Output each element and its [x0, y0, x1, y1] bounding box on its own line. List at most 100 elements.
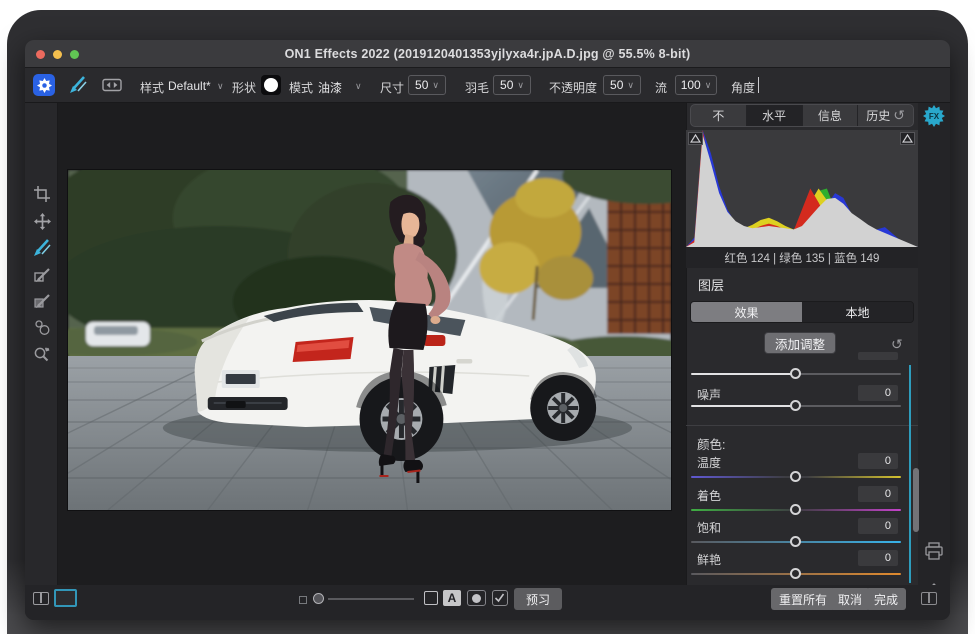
- single-view-button-active[interactable]: [54, 589, 77, 607]
- two-circles-icon: [34, 319, 50, 335]
- temperature-slider[interactable]: [691, 476, 901, 478]
- compare-view-button[interactable]: [101, 74, 123, 96]
- done-button[interactable]: 完成: [866, 588, 906, 610]
- chevron-down-icon: ∨: [627, 80, 634, 91]
- reset-section-icon[interactable]: ↺: [891, 336, 903, 353]
- slider-handle[interactable]: [790, 471, 801, 482]
- tab-info[interactable]: 信息: [803, 105, 859, 126]
- opacity-select[interactable]: 50∨: [603, 75, 641, 95]
- crop-tool[interactable]: [32, 184, 52, 204]
- chevron-down-icon: ∨: [432, 80, 439, 91]
- paintbrush-icon: [68, 75, 88, 95]
- mode-label: 模式: [289, 79, 313, 96]
- slider-handle[interactable]: [790, 400, 801, 411]
- temperature-value[interactable]: 0: [858, 453, 898, 469]
- slider-handle[interactable]: [790, 536, 801, 547]
- saturation-value[interactable]: 0: [858, 518, 898, 534]
- brush-tool-button[interactable]: [67, 74, 89, 96]
- noise-slider[interactable]: [691, 405, 901, 407]
- slider-handle[interactable]: [790, 368, 801, 379]
- tint-slider[interactable]: [691, 509, 901, 511]
- move-tool[interactable]: [32, 211, 52, 231]
- layer-tabs: 效果 本地: [690, 301, 914, 323]
- slider-handle[interactable]: [790, 568, 801, 579]
- angle-label: 角度: [731, 79, 755, 96]
- preview-button[interactable]: 预习: [514, 588, 562, 610]
- mode-dropdown[interactable]: 油漆: [318, 79, 342, 96]
- check-icon: [493, 591, 506, 604]
- svg-text:FX: FX: [929, 112, 940, 121]
- preview-checkbox[interactable]: [492, 590, 508, 606]
- photo[interactable]: [68, 170, 671, 510]
- cancel-button[interactable]: 取消: [830, 588, 870, 610]
- histogram: [686, 130, 918, 247]
- feather-select[interactable]: 50∨: [493, 75, 531, 95]
- view-original-button[interactable]: [424, 591, 438, 605]
- tab-levels[interactable]: 水平: [747, 105, 803, 126]
- add-adjustment-button[interactable]: 添加调整: [764, 332, 836, 354]
- print-button[interactable]: [924, 542, 944, 563]
- noise-value[interactable]: 0: [858, 385, 898, 401]
- tab-local[interactable]: 本地: [802, 302, 913, 322]
- refine-brush-tool[interactable]: [32, 317, 52, 337]
- pane-divider: [928, 593, 930, 603]
- shadow-clipping-button[interactable]: [688, 132, 703, 145]
- style-label: 样式: [140, 79, 164, 96]
- brush-shape-circle: [264, 78, 278, 92]
- highlight-clipping-button[interactable]: [900, 132, 915, 145]
- crop-icon: [34, 186, 50, 202]
- history-undo-icon: ↺: [893, 107, 905, 124]
- compare-icon: [102, 77, 122, 93]
- angle-input-caret[interactable]: [758, 77, 759, 93]
- printer-icon: [924, 542, 944, 560]
- zoom-out-icon[interactable]: [299, 596, 307, 604]
- shape-label: 形状: [232, 79, 256, 96]
- show-mask-button[interactable]: [467, 590, 486, 606]
- mask-brush-icon: [34, 293, 51, 310]
- dual-pane-button[interactable]: [921, 592, 937, 605]
- chevron-down-icon: ∨: [705, 80, 712, 91]
- tool-rail: ?: [25, 103, 58, 585]
- effects-window: ON1 Effects 2022 (2019120401353yjlyxa4r.…: [25, 40, 950, 620]
- chevron-down-icon[interactable]: ∨: [217, 81, 224, 92]
- saturation-slider[interactable]: [691, 541, 901, 543]
- tab-history[interactable]: 历史↺: [858, 105, 913, 126]
- vibrance-value[interactable]: 0: [858, 550, 898, 566]
- masking-brush-tool-active[interactable]: [32, 238, 52, 258]
- window-title: ON1 Effects 2022 (2019120401353yjlyxa4r.…: [25, 47, 950, 61]
- zoom-slider-handle[interactable]: [313, 593, 324, 604]
- zoom-slider-track[interactable]: [328, 598, 414, 600]
- app-window: ON1 Effects 2022 (2019120401353yjlyxa4r.…: [7, 10, 968, 634]
- tint-value[interactable]: 0: [858, 486, 898, 502]
- slider-handle[interactable]: [790, 504, 801, 515]
- tab-none[interactable]: 不: [691, 105, 747, 126]
- magnifier-hand-icon: [33, 345, 51, 363]
- effects-brush-tool-button[interactable]: [33, 74, 55, 96]
- side-strip: FX: [918, 68, 950, 620]
- size-select[interactable]: 50∨: [408, 75, 446, 95]
- compare-letter-button[interactable]: A: [443, 590, 461, 606]
- panel-accent-line: [909, 365, 911, 583]
- vibrance-label: 鲜艳: [697, 551, 721, 568]
- perfect-eraser-tool[interactable]: [32, 291, 52, 311]
- slider-track[interactable]: [691, 373, 901, 375]
- fx-burst-icon: FX: [923, 105, 945, 127]
- brush-toolbar: 样式 Default* ∨ 形状 模式 油漆 ∨ 尺寸 50∨ 羽毛 50∨ 不…: [25, 68, 950, 103]
- tab-effects[interactable]: 效果: [691, 302, 802, 322]
- photo-illustration: [68, 170, 671, 510]
- histogram-plot: [686, 130, 918, 247]
- editing-canvas[interactable]: [58, 103, 686, 585]
- tint-label: 着色: [697, 487, 721, 504]
- titlebar[interactable]: ON1 Effects 2022 (2019120401353yjlyxa4r.…: [25, 40, 950, 68]
- effects-fx-badge[interactable]: FX: [923, 105, 945, 130]
- vibrance-slider[interactable]: [691, 573, 901, 575]
- reset-all-button[interactable]: 重置所有: [771, 588, 835, 610]
- noise-label: 噪声: [697, 386, 721, 403]
- chevron-down-icon[interactable]: ∨: [355, 81, 362, 92]
- style-dropdown[interactable]: Default*: [168, 79, 211, 93]
- brush-shape-swatch[interactable]: [261, 75, 281, 95]
- flow-select[interactable]: 100∨: [675, 75, 717, 95]
- split-view-button[interactable]: [33, 592, 49, 605]
- masking-bug-tool[interactable]: [32, 265, 52, 285]
- zoom-pan-tool[interactable]: [32, 344, 52, 364]
